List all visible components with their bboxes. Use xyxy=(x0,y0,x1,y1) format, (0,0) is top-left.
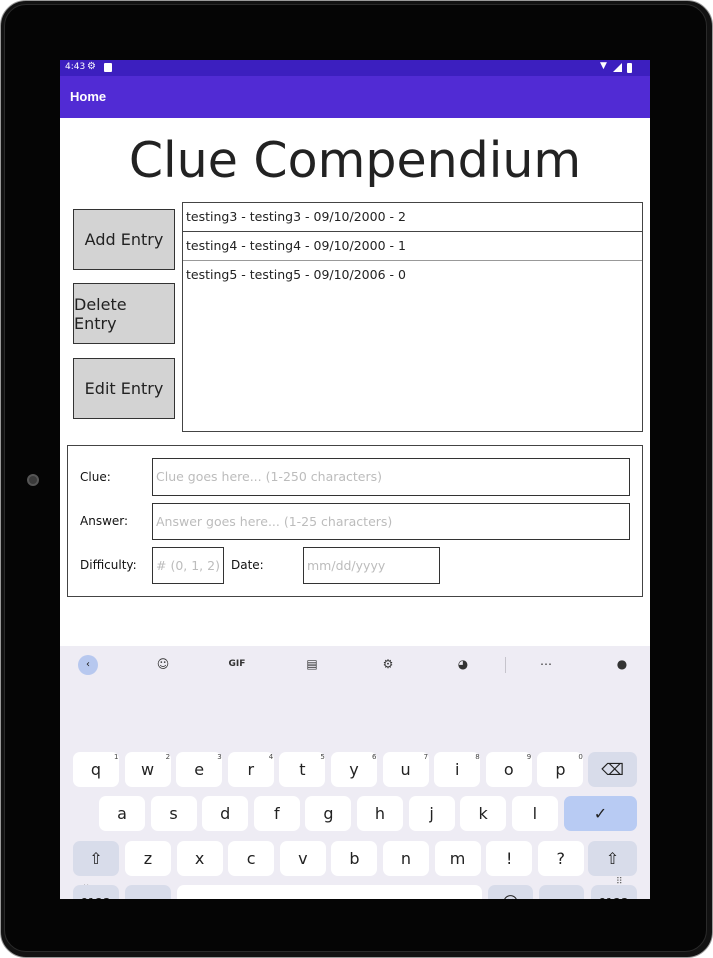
app-bar-title: Home xyxy=(70,89,107,104)
comma-key[interactable]: , xyxy=(125,885,171,899)
clue-input[interactable]: Clue goes here... (1-250 characters) xyxy=(152,458,630,496)
status-time: 4:43 xyxy=(65,62,86,72)
key-y[interactable]: y xyxy=(331,752,377,787)
more-icon[interactable]: ⋯ xyxy=(536,657,556,671)
symbols-button[interactable]: ?123 xyxy=(73,885,119,899)
enter-check-icon[interactable]: ✓ xyxy=(564,796,637,831)
app-bar: Home xyxy=(60,76,650,118)
key-hint: 6 xyxy=(372,753,377,761)
key-f[interactable]: f xyxy=(253,796,300,831)
key-hint: 0 xyxy=(578,753,583,761)
key-h[interactable]: h xyxy=(357,796,403,831)
answer-input[interactable]: Answer goes here... (1-25 characters) xyxy=(152,503,630,540)
date-label: Date: xyxy=(231,558,264,572)
key-hint: 3 xyxy=(217,753,222,761)
key-r[interactable]: r xyxy=(227,752,274,787)
chevron-left-icon[interactable]: ‹ xyxy=(78,655,98,675)
key-u[interactable]: u xyxy=(382,752,429,787)
key-![interactable]: ! xyxy=(486,841,533,876)
list-item[interactable]: testing4 - testing4 - 09/10/2000 - 1 xyxy=(183,232,642,261)
key-hint: 9 xyxy=(526,753,532,761)
key-g[interactable]: g xyxy=(305,796,352,831)
gif-button[interactable]: GIF xyxy=(227,659,247,669)
sd-card-icon xyxy=(104,63,112,72)
clue-label: Clue: xyxy=(80,470,111,484)
key-hint: 4 xyxy=(268,753,274,761)
clipboard-icon[interactable]: ▤ xyxy=(302,657,322,671)
palette-icon[interactable]: ◕ xyxy=(453,657,473,671)
delete-entry-button[interactable]: Delete Entry xyxy=(73,283,175,344)
key-hint: 5 xyxy=(320,753,325,761)
difficulty-label: Difficulty: xyxy=(80,558,137,572)
key-k[interactable]: k xyxy=(460,796,507,831)
symbols-button-right[interactable]: ?123 xyxy=(591,885,637,899)
key-hint: 8 xyxy=(475,753,480,761)
key-n[interactable]: n xyxy=(383,841,429,876)
period-key[interactable]: · xyxy=(539,885,584,899)
device-screen: 4:43 ⚙ ▼ Home Clue Compendium Add Entry … xyxy=(60,60,650,899)
difficulty-input[interactable]: # (0, 1, 2) xyxy=(152,547,224,584)
backspace-icon[interactable]: ⌫ xyxy=(588,752,637,787)
key-a[interactable]: a xyxy=(99,796,145,831)
key-s[interactable]: s xyxy=(150,796,197,831)
date-input[interactable]: mm/dd/yyyy xyxy=(303,547,440,584)
edit-entry-button[interactable]: Edit Entry xyxy=(73,358,175,419)
entry-list[interactable]: testing3 - testing3 - 09/10/2000 - 2 tes… xyxy=(182,202,643,432)
key-?[interactable]: ? xyxy=(537,841,584,876)
key-v[interactable]: v xyxy=(279,841,326,876)
wifi-icon: ▼ xyxy=(600,61,607,71)
key-x[interactable]: x xyxy=(176,841,223,876)
key-d[interactable]: d xyxy=(202,796,249,831)
page-title: Clue Compendium xyxy=(128,132,582,189)
key-j[interactable]: j xyxy=(408,796,455,831)
key-hint: 1 xyxy=(114,753,119,761)
toolbar-divider xyxy=(505,657,506,673)
list-item[interactable]: testing5 - testing5 - 09/10/2006 - 0 xyxy=(183,261,642,290)
on-screen-keyboard: ‹ ☺ GIF ▤ ⚙ ◕ ⋯ ● ⌄ ⠿ q1w2e3r4t5y6u7i8o9… xyxy=(60,646,650,899)
key-o[interactable]: o xyxy=(485,752,532,787)
key-b[interactable]: b xyxy=(331,841,378,876)
status-bar: 4:43 ⚙ ▼ xyxy=(60,60,650,76)
key-m[interactable]: m xyxy=(434,841,481,876)
key-t[interactable]: t xyxy=(279,752,326,787)
emoji-icon[interactable]: ☺ xyxy=(488,885,533,899)
key-l[interactable]: l xyxy=(511,796,558,831)
camera-icon xyxy=(27,474,39,486)
settings-icon[interactable]: ⚙ xyxy=(378,657,398,671)
battery-icon xyxy=(627,63,632,73)
space-bar[interactable] xyxy=(177,885,482,899)
key-w[interactable]: w xyxy=(124,752,171,787)
key-i[interactable]: i xyxy=(434,752,481,787)
sticker-icon[interactable]: ☺ xyxy=(153,657,173,671)
key-p[interactable]: p xyxy=(537,752,584,787)
add-entry-button[interactable]: Add Entry xyxy=(73,209,175,270)
mic-icon[interactable]: ● xyxy=(612,657,632,671)
answer-label: Answer: xyxy=(80,514,129,528)
key-q[interactable]: q xyxy=(73,752,119,787)
list-item[interactable]: testing3 - testing3 - 09/10/2000 - 2 xyxy=(183,203,642,232)
key-e[interactable]: e xyxy=(176,752,223,787)
key-hint: 7 xyxy=(423,753,429,761)
entry-form: Clue: Clue goes here... (1-250 character… xyxy=(67,445,643,597)
key-c[interactable]: c xyxy=(228,841,275,876)
shift-right-icon[interactable]: ⇧ xyxy=(588,841,637,876)
signal-icon xyxy=(613,63,622,72)
settings-status-icon: ⚙ xyxy=(87,61,96,72)
key-z[interactable]: z xyxy=(125,841,171,876)
shift-left-icon[interactable]: ⇧ xyxy=(73,841,119,876)
key-hint: 2 xyxy=(165,753,171,761)
